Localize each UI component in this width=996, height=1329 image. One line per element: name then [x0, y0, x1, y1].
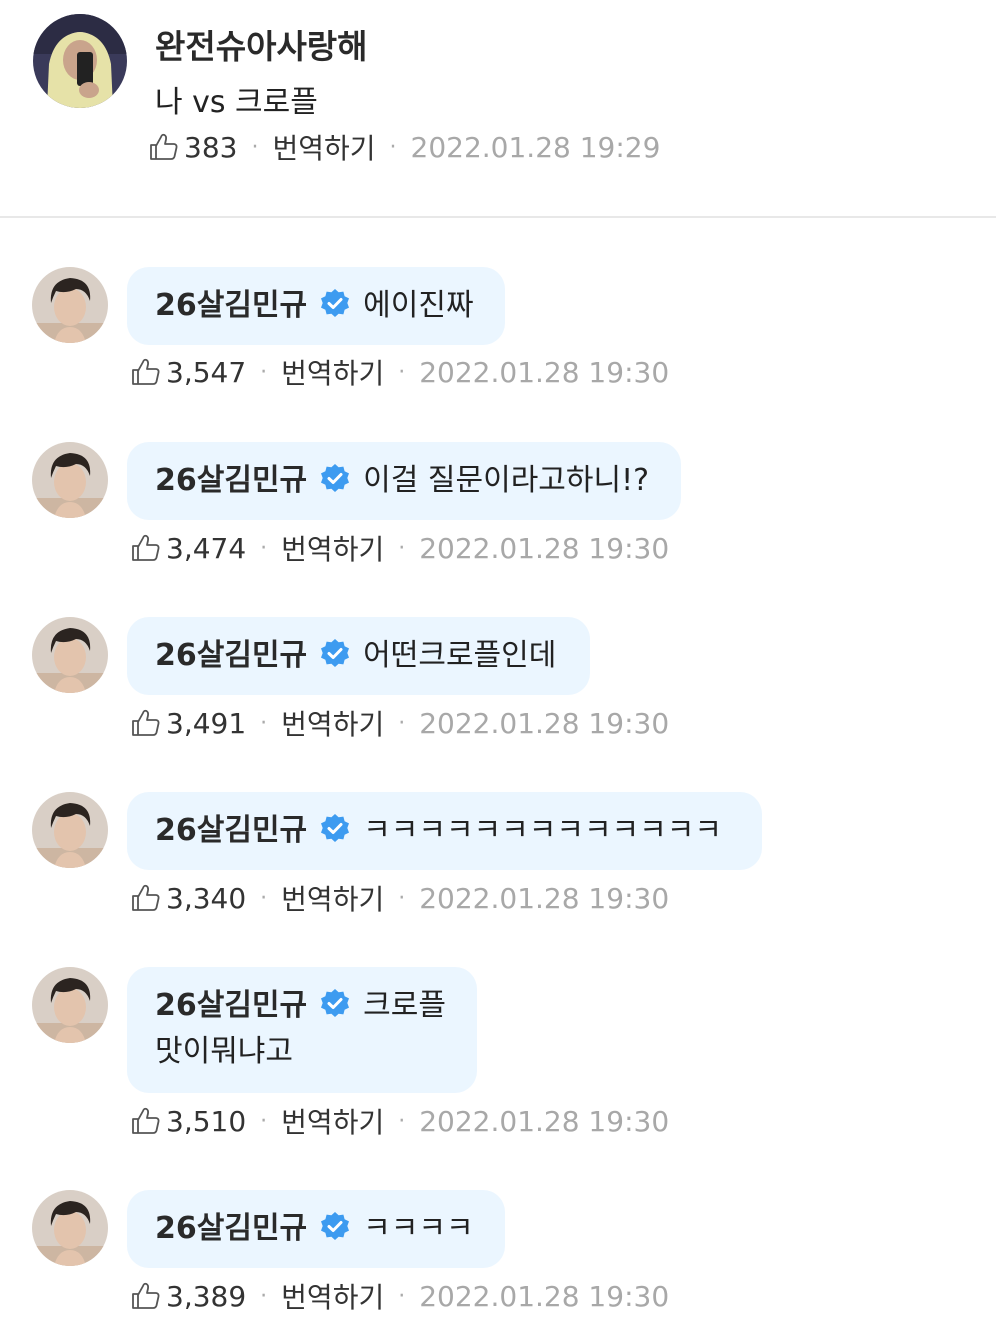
- separator-dot: ·: [398, 359, 406, 385]
- reply-meta: 3,547 · 번역하기 · 2022.01.28 19:30: [130, 352, 669, 392]
- thumbs-up-icon[interactable]: [130, 356, 162, 388]
- reply-text: 에이진짜: [363, 288, 474, 323]
- separator-dot: ·: [398, 885, 406, 911]
- thumbs-up-icon[interactable]: [148, 131, 180, 163]
- post-author-avatar[interactable]: [33, 14, 127, 108]
- like-count: 3,510: [166, 1104, 247, 1138]
- like-count: 3,389: [166, 1279, 247, 1313]
- translate-button[interactable]: 번역하기: [281, 878, 384, 918]
- thumbs-up-icon[interactable]: [130, 532, 162, 564]
- separator-dot: ·: [260, 1283, 268, 1309]
- reply-author-username[interactable]: 26살김민규: [155, 638, 307, 673]
- reply-author-username[interactable]: 26살김민규: [155, 1211, 307, 1246]
- reply-text: 어떤크로플인데: [363, 638, 557, 673]
- reply-bubble: 26살김민규 이걸 질문이라고하니!?: [127, 442, 681, 520]
- reply-bubble: 26살김민규 ㅋㅋㅋㅋ: [127, 1190, 505, 1268]
- separator-dot: ·: [260, 535, 268, 561]
- reply-bubble: 26살김민규 에이진짜: [127, 267, 505, 345]
- translate-button[interactable]: 번역하기: [281, 528, 384, 568]
- separator-dot: ·: [398, 1108, 406, 1134]
- separator-dot: ·: [260, 710, 268, 736]
- verified-badge-icon: [321, 989, 350, 1017]
- reply-meta: 3,491 · 번역하기 · 2022.01.28 19:30: [130, 703, 669, 743]
- verified-badge-icon: [321, 464, 350, 492]
- separator-dot: ·: [251, 134, 259, 160]
- translate-button[interactable]: 번역하기: [281, 1276, 384, 1316]
- reply-meta: 3,389 · 번역하기 · 2022.01.28 19:30: [130, 1276, 669, 1316]
- like-count: 3,547: [166, 355, 247, 389]
- reply-author-avatar[interactable]: [32, 617, 108, 693]
- reply-text: 이걸 질문이라고하니!?: [363, 463, 650, 498]
- verified-badge-icon: [321, 639, 350, 667]
- reply-text: ㅋㅋㅋㅋㅋㅋㅋㅋㅋㅋㅋㅋㅋ: [363, 813, 722, 848]
- post-meta: 383 · 번역하기 · 2022.01.28 19:29: [148, 127, 660, 167]
- reply-author-avatar[interactable]: [32, 967, 108, 1043]
- reply-text: ㅋㅋㅋㅋ: [363, 1211, 474, 1246]
- reply-author-username[interactable]: 26살김민규: [155, 813, 307, 848]
- verified-badge-icon: [321, 814, 350, 842]
- like-count: 3,491: [166, 706, 247, 740]
- reply-author-username[interactable]: 26살김민규: [155, 288, 307, 323]
- reply-meta: 3,340 · 번역하기 · 2022.01.28 19:30: [130, 878, 669, 918]
- translate-button[interactable]: 번역하기: [281, 703, 384, 743]
- post-author-username[interactable]: 완전슈아사랑해: [155, 20, 368, 68]
- separator-dot: ·: [398, 710, 406, 736]
- reply-author-avatar[interactable]: [32, 792, 108, 868]
- translate-button[interactable]: 번역하기: [281, 1101, 384, 1141]
- reply-bubble: 26살김민규 ㅋㅋㅋㅋㅋㅋㅋㅋㅋㅋㅋㅋㅋ: [127, 792, 762, 870]
- like-count: 3,474: [166, 531, 247, 565]
- reply-bubble: 26살김민규 크로플 맛이뭐냐고: [127, 967, 477, 1093]
- separator-dot: ·: [260, 359, 268, 385]
- reply-author-avatar[interactable]: [32, 442, 108, 518]
- timestamp: 2022.01.28 19:30: [419, 706, 670, 740]
- timestamp: 2022.01.28 19:30: [419, 1279, 670, 1313]
- verified-badge-icon: [321, 289, 350, 317]
- reply-meta: 3,510 · 번역하기 · 2022.01.28 19:30: [130, 1101, 669, 1141]
- post-text: 나 vs 크로플: [155, 85, 318, 120]
- divider: [0, 216, 996, 218]
- timestamp: 2022.01.28 19:30: [419, 355, 670, 389]
- thumbs-up-icon[interactable]: [130, 882, 162, 914]
- reply-author-username[interactable]: 26살김민규: [155, 463, 307, 498]
- timestamp: 2022.01.28 19:30: [419, 881, 670, 915]
- thumbs-up-icon[interactable]: [130, 707, 162, 739]
- reply-author-username[interactable]: 26살김민규: [155, 988, 307, 1023]
- translate-button[interactable]: 번역하기: [272, 127, 375, 167]
- translate-button[interactable]: 번역하기: [281, 352, 384, 392]
- timestamp: 2022.01.28 19:29: [410, 130, 661, 164]
- like-count: 3,340: [166, 881, 247, 915]
- separator-dot: ·: [260, 1108, 268, 1134]
- separator-dot: ·: [398, 535, 406, 561]
- separator-dot: ·: [389, 134, 397, 160]
- reply-author-avatar[interactable]: [32, 267, 108, 343]
- thumbs-up-icon[interactable]: [130, 1280, 162, 1312]
- original-post: 완전슈아사랑해 나 vs 크로플 383 · 번역하기 · 2022.01.28…: [0, 0, 996, 216]
- reply-author-avatar[interactable]: [32, 1190, 108, 1266]
- like-count: 383: [184, 130, 238, 164]
- reply-bubble: 26살김민규 어떤크로플인데: [127, 617, 590, 695]
- timestamp: 2022.01.28 19:30: [419, 531, 670, 565]
- timestamp: 2022.01.28 19:30: [419, 1104, 670, 1138]
- reply-meta: 3,474 · 번역하기 · 2022.01.28 19:30: [130, 528, 669, 568]
- verified-badge-icon: [321, 1212, 350, 1240]
- thumbs-up-icon[interactable]: [130, 1105, 162, 1137]
- separator-dot: ·: [260, 885, 268, 911]
- separator-dot: ·: [398, 1283, 406, 1309]
